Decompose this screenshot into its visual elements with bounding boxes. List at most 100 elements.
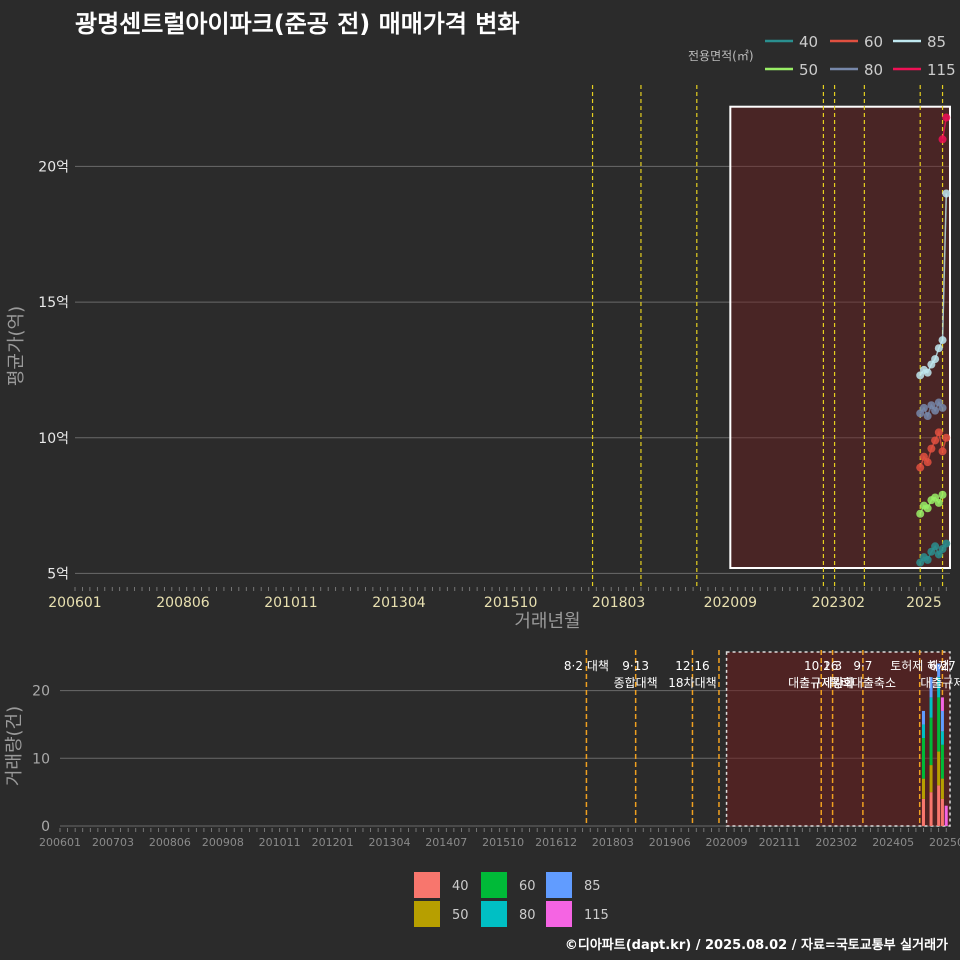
volume-x-tick-label: 201510 — [482, 836, 524, 849]
volume-x-tick-label: 202111 — [759, 836, 801, 849]
policy-label: 18차대책 — [668, 675, 716, 690]
price-x-tick-label: 200806 — [156, 595, 210, 611]
volume-y-tick-label: 10 — [32, 751, 50, 767]
price-point — [923, 555, 932, 564]
volume-x-tick-label: 200806 — [149, 836, 191, 849]
volume-bar-40 — [929, 792, 933, 826]
volume-bar-80 — [929, 697, 933, 718]
price-point — [934, 344, 943, 353]
price-y-tick-label: 10억 — [38, 431, 69, 447]
volume-legend-key — [414, 872, 440, 898]
volume-legend-key — [481, 901, 507, 927]
volume-bar-40 — [937, 785, 941, 826]
price-point — [916, 509, 925, 518]
volume-bar-60 — [921, 738, 925, 779]
volume-x-tick-label: 201201 — [312, 836, 354, 849]
volume-bar-50 — [929, 765, 933, 793]
policy-label: 9·7 — [853, 659, 872, 673]
volume-legend-label: 80 — [519, 908, 536, 923]
legend-label: 115 — [927, 61, 956, 79]
policy-label: 6·27 — [929, 659, 956, 673]
legend-label: 50 — [799, 61, 818, 79]
price-point — [916, 463, 925, 472]
volume-x-tick-label: 202009 — [706, 836, 748, 849]
price-x-tick-label: 201510 — [484, 595, 537, 611]
price-y-tick-label: 5억 — [47, 566, 69, 582]
legend-label: 40 — [799, 33, 818, 51]
volume-x-tick-label: 202405 — [872, 836, 914, 849]
price-point — [931, 355, 940, 364]
price-x-axis-minor-ticks — [74, 587, 947, 591]
price-y-tick-label: 20억 — [38, 159, 69, 175]
price-point — [934, 428, 943, 437]
policy-label: 특례대출축소 — [830, 676, 896, 690]
volume-x-tick-label: 201011 — [259, 836, 301, 849]
policy-label: 12·16 — [675, 659, 709, 673]
volume-y-axis-title: 거래량(건) — [4, 706, 25, 786]
volume-y-tick-label: 20 — [32, 684, 50, 700]
price-point — [934, 498, 943, 507]
price-point — [927, 444, 936, 453]
volume-x-tick-label: 200703 — [92, 836, 134, 849]
volume-bar-80 — [940, 731, 944, 745]
volume-bar-115 — [944, 805, 948, 826]
volume-legend: 40 50 60 80 85 115 — [414, 872, 609, 927]
price-x-tick-label: 201803 — [592, 595, 645, 611]
volume-legend-key — [546, 901, 572, 927]
price-point — [938, 490, 947, 499]
price-x-tick-label: 200601 — [48, 595, 101, 611]
policy-label: 종합대책 — [614, 675, 658, 690]
volume-bar-60 — [929, 717, 933, 766]
volume-bar-50 — [937, 751, 941, 786]
volume-bar-50 — [940, 778, 944, 799]
volume-bar-50 — [921, 778, 925, 799]
volume-y-tick-label: 0 — [41, 819, 50, 835]
price-point — [919, 403, 928, 412]
volume-x-tick-label: 200601 — [39, 836, 81, 849]
volume-bar-60 — [940, 744, 944, 779]
volume-bar-60 — [937, 697, 941, 752]
volume-legend-label: 40 — [452, 879, 469, 894]
legend-label: 85 — [927, 33, 946, 51]
policy-label: 대출규제 — [920, 676, 960, 690]
chart-canvas: 5억 10억 15억 20억 200601 200806 201011 201304 20151… — [4, 33, 960, 927]
price-y-axis-title: 평균가(억) — [6, 306, 27, 386]
volume-legend-key — [481, 872, 507, 898]
volume-x-tick-label: 202508 — [929, 836, 960, 849]
volume-x-tick-label: 200908 — [202, 836, 244, 849]
legend-label: 60 — [864, 33, 883, 51]
price-point — [942, 189, 951, 198]
volume-legend-label: 115 — [584, 908, 609, 923]
policy-label: 9·13 — [622, 659, 649, 673]
volume-x-axis-minor-ticks — [59, 828, 947, 832]
volume-legend-label: 50 — [452, 908, 469, 923]
price-x-tick-label: 201304 — [372, 595, 426, 611]
price-x-tick-label: 202009 — [704, 595, 757, 611]
price-x-tick-label: 2025 — [906, 595, 942, 611]
price-point — [923, 504, 932, 513]
price-point — [923, 368, 932, 377]
price-point — [931, 406, 940, 415]
price-point — [923, 412, 932, 421]
price-x-axis-title: 거래년월 — [514, 611, 580, 632]
volume-x-tick-label: 201906 — [649, 836, 691, 849]
volume-bar-80 — [921, 724, 925, 738]
volume-bar-85 — [940, 710, 944, 732]
volume-bar-115 — [940, 697, 944, 711]
volume-legend-label: 60 — [519, 879, 536, 894]
volume-legend-label: 85 — [584, 879, 601, 894]
policy-label: 8·2 대책 — [564, 658, 609, 673]
price-point — [942, 113, 951, 122]
price-legend: 40 50 60 80 85 115 — [765, 33, 956, 79]
price-point — [931, 542, 940, 551]
volume-bar-40 — [940, 798, 944, 826]
price-x-tick-label: 201011 — [264, 595, 317, 611]
volume-x-tick-label: 201304 — [368, 836, 410, 849]
price-point — [938, 336, 947, 345]
price-point — [942, 433, 951, 442]
price-point — [938, 403, 947, 412]
legend-label: 80 — [864, 61, 883, 79]
price-point — [938, 135, 947, 144]
volume-legend-key — [414, 901, 440, 927]
volume-x-tick-label: 201803 — [592, 836, 634, 849]
